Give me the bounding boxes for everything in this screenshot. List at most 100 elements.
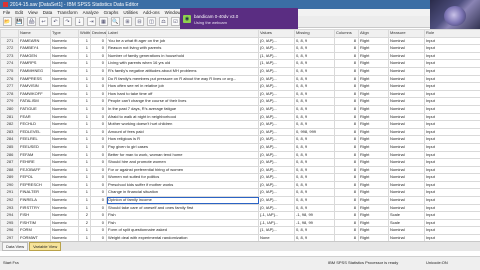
cell-row-number[interactable]: 272 — [0, 44, 19, 53]
cell-values[interactable]: {0, IAP}... — [258, 89, 295, 99]
cell-missing[interactable]: 0, 8, 9 — [294, 97, 335, 106]
cell-decimals[interactable]: 0 — [90, 203, 107, 213]
cell-values[interactable]: {0, IAP}... — [258, 97, 295, 106]
cell-row-number[interactable]: 279 — [0, 97, 19, 106]
menu-addons[interactable]: Add-ons — [143, 10, 160, 15]
column-header-decimals[interactable]: Decimals — [90, 29, 107, 38]
table-row[interactable]: 275 FAMMHNEG Numeric 1 0 R's family's negativ… — [0, 66, 480, 76]
cell-name[interactable]: FEHIRE — [18, 158, 51, 167]
cell-values[interactable]: {0, IAP}... — [258, 180, 295, 190]
cell-columns[interactable]: 8 — [334, 120, 359, 129]
cell-type[interactable]: Numeric — [50, 211, 79, 220]
cell-align[interactable]: Right — [358, 66, 389, 76]
cell-role[interactable]: Input — [424, 226, 480, 236]
cell-role[interactable]: Input — [424, 150, 480, 160]
cell-missing[interactable]: 0, 8, 9 — [294, 188, 335, 198]
cell-name[interactable]: FAMMHNEG — [18, 66, 51, 76]
cell-name[interactable]: FAMPRESS — [18, 74, 51, 84]
cell-row-number[interactable]: 273 — [0, 51, 19, 61]
cell-width[interactable]: 1 — [78, 112, 91, 122]
column-header-label[interactable]: Label — [106, 29, 259, 38]
cell-width[interactable]: 1 — [78, 89, 91, 99]
cell-name[interactable]: FECHLD — [18, 120, 51, 129]
cell-label[interactable]: How hard to take time off — [106, 89, 259, 99]
cell-row-number[interactable]: 293 — [0, 203, 19, 213]
cell-columns[interactable]: 8 — [334, 158, 359, 167]
menu-window[interactable]: Window — [165, 10, 181, 15]
menu-file[interactable]: File — [3, 10, 10, 15]
table-row[interactable]: 281 FEAR Numeric 1 0 Afraid to walk at night … — [0, 112, 480, 122]
cell-name[interactable]: FAMVISIN — [18, 82, 51, 91]
cell-label[interactable]: For or against preferential hiring of wo… — [106, 165, 259, 175]
cell-row-number[interactable]: 288 — [0, 165, 19, 175]
cell-missing[interactable]: 0, 8, 9 — [294, 196, 335, 205]
cell-values[interactable]: {0, IAP}... — [258, 127, 295, 137]
cell-name[interactable]: FEFAM — [18, 150, 51, 160]
cell-align[interactable]: Right — [358, 82, 389, 91]
cell-measure[interactable]: Nominal — [388, 89, 425, 99]
cell-columns[interactable]: 8 — [334, 135, 359, 144]
cell-columns[interactable]: 8 — [334, 211, 359, 220]
cell-measure[interactable]: Nominal — [388, 203, 425, 213]
cell-width[interactable]: 1 — [78, 59, 91, 68]
cell-measure[interactable]: Nominal — [388, 51, 425, 61]
cell-type[interactable]: Numeric — [50, 89, 79, 99]
cell-role[interactable]: Input — [424, 203, 480, 213]
cell-name[interactable]: FEPRESCH — [18, 180, 51, 190]
select-cases-icon[interactable]: ☑ — [171, 17, 180, 26]
cell-type[interactable]: Numeric — [50, 165, 79, 175]
cell-type[interactable]: Numeric — [50, 104, 79, 114]
cell-align[interactable]: Right — [358, 104, 389, 114]
cell-missing[interactable]: 0, 8, 9 — [294, 59, 335, 68]
column-header-width[interactable]: Width — [78, 29, 91, 38]
cell-row-number[interactable]: 290 — [0, 180, 19, 190]
cell-columns[interactable]: 8 — [334, 165, 359, 175]
cell-missing[interactable]: 0, 8, 9 — [294, 120, 335, 129]
cell-type[interactable]: Numeric — [50, 120, 79, 129]
cell-missing[interactable]: 0, 8, 9 — [294, 89, 335, 99]
table-row[interactable]: 278 FAMWKOFF Numeric 1 0 How hard to take tim… — [0, 89, 480, 99]
cell-values[interactable]: {0, IAP}... — [258, 44, 295, 53]
cell-decimals[interactable]: 0 — [90, 97, 107, 106]
cell-measure[interactable]: Nominal — [388, 112, 425, 122]
cell-missing[interactable]: -1, 98, 99 — [294, 218, 335, 228]
cell-type[interactable]: Numeric — [50, 218, 79, 228]
cell-label[interactable]: Reason not living with parents — [106, 44, 259, 53]
cell-decimals[interactable]: 0 — [90, 44, 107, 53]
cell-width[interactable]: 2 — [78, 211, 91, 220]
cell-role[interactable]: Input — [424, 74, 480, 84]
cell-type[interactable]: Numeric — [50, 51, 79, 61]
cell-missing[interactable]: 0, 8, 9 — [294, 112, 335, 122]
cell-decimals[interactable]: 0 — [90, 173, 107, 182]
cell-label[interactable]: In the past 7 days, R's average fatigue — [106, 104, 259, 114]
insert-cases-icon[interactable]: ⊞ — [123, 17, 132, 26]
cell-label[interactable]: Form of split questionnaire asked — [106, 226, 259, 236]
cell-name[interactable]: FAMWKOFF — [18, 89, 51, 99]
cell-name[interactable]: FEJOBAFF — [18, 165, 51, 175]
cell-label[interactable]: Better for man to work, woman tend home — [106, 150, 259, 160]
table-row[interactable]: 280 FATIGUE Numeric 1 0 In the past 7 days, R… — [0, 104, 480, 114]
split-file-icon[interactable]: ◫ — [147, 17, 156, 26]
cell-measure[interactable]: Nominal — [388, 66, 425, 76]
cell-type[interactable]: Numeric — [50, 127, 79, 137]
cell-missing[interactable]: 0, 8, 9 — [294, 36, 335, 46]
cell-measure[interactable]: Nominal — [388, 36, 425, 46]
cell-label[interactable]: People can't change the course of their … — [106, 97, 259, 106]
cell-values[interactable]: {0, IAP}... — [258, 188, 295, 198]
cell-align[interactable]: Right — [358, 203, 389, 213]
cell-missing[interactable]: 0, 8, 9 — [294, 135, 335, 144]
cell-label[interactable]: Women not suited for politics — [106, 173, 259, 182]
cell-missing[interactable]: 0, 8, 9 — [294, 142, 335, 152]
cell-role[interactable]: Input — [424, 158, 480, 167]
cell-label[interactable]: Living with parents when 16 yrs old — [106, 59, 259, 68]
cell-values[interactable]: {0, IAP}... — [258, 120, 295, 129]
cell-name[interactable]: FEAR — [18, 112, 51, 122]
cell-values[interactable]: {1, IAP}... — [258, 59, 295, 68]
cell-columns[interactable]: 8 — [334, 82, 359, 91]
cell-columns[interactable]: 8 — [334, 51, 359, 61]
cell-align[interactable]: Right — [358, 226, 389, 236]
table-row[interactable]: 279 FATALISM Numeric 1 0 People can't change … — [0, 97, 480, 106]
cell-row-number[interactable]: 295 — [0, 218, 19, 228]
cell-width[interactable]: 1 — [78, 127, 91, 137]
cell-measure[interactable]: Nominal — [388, 135, 425, 144]
